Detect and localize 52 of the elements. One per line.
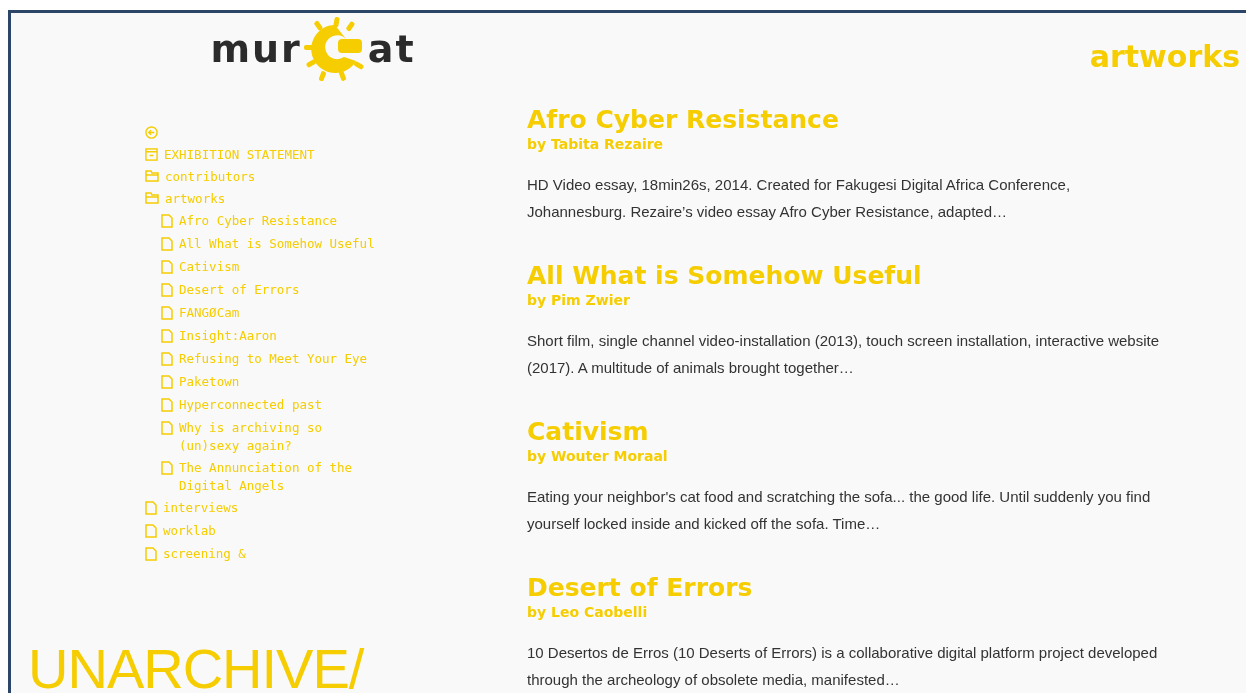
file-icon	[145, 524, 157, 538]
nav-link[interactable]: Cativism	[161, 258, 240, 276]
nav-link[interactable]: screening &	[145, 545, 246, 563]
file-icon	[161, 421, 173, 435]
file-icon	[161, 283, 173, 297]
file-icon	[161, 237, 173, 251]
logo-text: mur	[210, 27, 302, 71]
file-icon	[161, 375, 173, 389]
artwork-title[interactable]: Cativism	[527, 417, 1167, 447]
document-icon	[145, 148, 158, 161]
artwork-summary: Short film, single channel video-installation (2013), touch screen installation, interactive website (2017). A multitude of animals brought together…	[527, 331, 1160, 378]
file-icon	[161, 461, 173, 475]
file-icon	[161, 260, 173, 274]
artwork-summary: Eating your neighbor's cat food and scratching the sofa... the good life. Until suddenly you find yourself locked inside and kicked off the sofa. Time…	[527, 487, 1152, 534]
cog-icon	[303, 17, 366, 81]
file-icon	[161, 329, 173, 343]
artwork-author: by Tabita Rezaire	[527, 135, 665, 153]
nav-link[interactable]: Hyperconnected past	[161, 396, 322, 414]
nav-link[interactable]: Insight:Aaron	[161, 327, 277, 345]
artwork-summary: 10 Desertos de Erros (10 Deserts of Errors) is a collaborative digital platform project developed through the archeology of obsolete media, manifested…	[527, 643, 1159, 690]
file-icon	[161, 398, 173, 412]
artwork-summary: HD Video essay, 18min26s, 2014. Created for Fakugesi Digital Africa Conference, Johannesburg. Rezaire’s video essay Afro Cyber Resistance, adapted…	[527, 175, 1072, 222]
logo-text: at	[367, 27, 416, 71]
nav-link[interactable]: artworks	[145, 190, 226, 208]
back-arrow-icon	[145, 126, 158, 139]
nav-link[interactable]: contributors	[145, 168, 256, 186]
nav-link[interactable]: worklab	[145, 522, 216, 540]
folder-icon	[145, 192, 159, 204]
file-icon	[161, 306, 173, 320]
nav-link[interactable]: Refusing to Meet Your Eye	[161, 350, 368, 368]
file-icon	[161, 352, 173, 366]
artwork-author: by Pim Zwier	[527, 291, 631, 309]
section-title: artworks	[1089, 39, 1240, 74]
exhibition-title: UNARCHIVE/	[27, 645, 366, 693]
file-icon	[161, 214, 173, 228]
file-icon	[145, 547, 157, 561]
artwork-author: by Wouter Moraal	[527, 447, 669, 465]
nav-link[interactable]: Afro Cyber Resistance	[161, 212, 338, 230]
artwork-title[interactable]: Desert of Errors	[527, 573, 1167, 603]
artwork-title[interactable]: Afro Cyber Resistance	[527, 105, 1167, 135]
back-link[interactable]	[145, 124, 158, 139]
file-icon	[145, 501, 157, 515]
nav-link[interactable]: Paketown	[161, 373, 240, 391]
nav-link[interactable]: All What is Somehow Useful	[161, 235, 375, 253]
artwork-title[interactable]: All What is Somehow Useful	[527, 261, 1167, 291]
nav-link[interactable]: FANGØCam	[161, 304, 240, 322]
artwork-author: by Leo Caobelli	[527, 603, 649, 621]
nav-link[interactable]: interviews	[145, 499, 239, 517]
nav-link[interactable]: Why is archiving so (un)sexy again?	[161, 419, 376, 455]
folder-icon	[145, 170, 159, 182]
nav-link[interactable]: EXHIBITION STATEMENT	[145, 146, 315, 164]
nav-link[interactable]: Desert of Errors	[161, 281, 300, 299]
